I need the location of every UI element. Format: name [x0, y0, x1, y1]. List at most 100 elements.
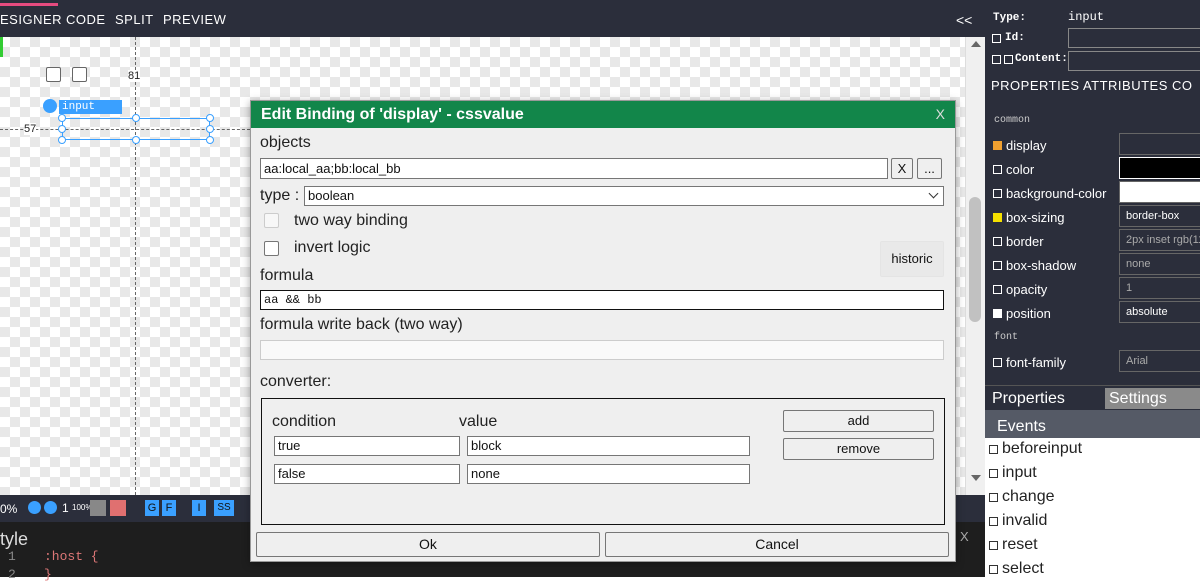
box-shadow-value[interactable]: none [1119, 253, 1200, 275]
resize-handle[interactable] [132, 136, 140, 144]
objects-browse-button[interactable]: ... [917, 158, 942, 179]
resize-handle[interactable] [58, 136, 66, 144]
property-checkbox[interactable] [993, 285, 1002, 294]
two-way-checkbox[interactable] [264, 213, 279, 228]
objects-clear-button[interactable]: X [891, 158, 913, 179]
set-marker-icon[interactable] [993, 213, 1002, 222]
two-way-label: two way binding [294, 212, 408, 229]
zoom-in-icon[interactable] [28, 501, 41, 514]
formula-textarea[interactable]: aa && bb [260, 290, 944, 310]
toggle-ss-button[interactable]: SS [214, 500, 234, 516]
property-checkbox[interactable] [993, 358, 1002, 367]
font-family-value[interactable]: Arial [1119, 350, 1200, 372]
position-value[interactable]: absolute [1119, 301, 1200, 323]
property-display[interactable]: display [993, 138, 1046, 153]
canvas-checkbox-2[interactable] [72, 67, 87, 82]
type-select[interactable]: boolean [304, 186, 944, 206]
canvas-scrollbar[interactable] [965, 37, 985, 495]
toggle-f-button[interactable]: F [162, 500, 176, 516]
tab-code[interactable]: CODE [66, 12, 106, 27]
invert-logic-checkbox[interactable] [264, 241, 279, 256]
background-color-value[interactable] [1119, 181, 1200, 203]
condition-input[interactable]: true [274, 436, 460, 456]
property-opacity[interactable]: opacity [993, 282, 1047, 297]
event-select[interactable]: select [989, 560, 1044, 577]
resize-handle[interactable] [206, 136, 214, 144]
resize-handle[interactable] [58, 125, 66, 133]
scroll-up-icon[interactable] [971, 41, 981, 47]
scroll-down-icon[interactable] [971, 475, 981, 481]
property-box-sizing[interactable]: box-sizing [993, 210, 1065, 225]
content-checkbox-1[interactable] [992, 55, 1001, 64]
zoom-out-icon[interactable] [44, 501, 57, 514]
properties-tabs[interactable]: PROPERTIES ATTRIBUTES CO [991, 78, 1193, 93]
tab-designer[interactable]: ESIGNER [0, 12, 62, 27]
display-value[interactable] [1119, 133, 1200, 155]
code-line[interactable]: :host { [44, 549, 99, 564]
set-marker-icon[interactable] [993, 309, 1002, 318]
opacity-value[interactable]: 1 [1119, 277, 1200, 299]
tab-preview[interactable]: PREVIEW [163, 12, 226, 27]
resize-handle[interactable] [58, 114, 66, 122]
toggle-g-button[interactable]: G [145, 500, 159, 516]
event-change[interactable]: change [989, 488, 1055, 506]
event-checkbox[interactable] [989, 540, 998, 550]
property-checkbox[interactable] [993, 237, 1002, 246]
property-background-color[interactable]: background-color [993, 186, 1106, 201]
canvas-checkbox-1[interactable] [46, 67, 61, 82]
style-panel-title: tyle [0, 529, 29, 549]
event-input[interactable]: input [989, 464, 1037, 482]
id-checkbox[interactable] [992, 34, 1001, 43]
event-beforeinput[interactable]: beforeinput [989, 440, 1082, 458]
tab-split[interactable]: SPLIT [115, 12, 154, 27]
event-checkbox[interactable] [989, 444, 998, 454]
tab-settings[interactable]: Settings [1105, 388, 1200, 409]
color-value[interactable] [1119, 157, 1200, 179]
id-input[interactable] [1068, 28, 1200, 48]
snap-icon[interactable] [110, 500, 126, 516]
historic-button[interactable]: historic [880, 241, 944, 277]
property-checkbox[interactable] [993, 261, 1002, 270]
add-button[interactable]: add [783, 410, 934, 432]
tab-properties[interactable]: Properties [992, 390, 1065, 408]
ok-button[interactable]: Ok [256, 532, 600, 557]
resize-handle[interactable] [206, 125, 214, 133]
toggle-i-button[interactable]: I [192, 500, 206, 516]
resize-handle[interactable] [132, 114, 140, 122]
resize-handle[interactable] [206, 114, 214, 122]
dialog-title-bar[interactable]: Edit Binding of 'display' - cssvalue X [251, 101, 955, 128]
event-checkbox[interactable] [989, 468, 998, 478]
event-checkbox[interactable] [989, 492, 998, 502]
cancel-button[interactable]: Cancel [605, 532, 949, 557]
value-input[interactable]: none [467, 464, 750, 484]
property-border[interactable]: border [993, 234, 1044, 249]
grid-icon[interactable] [90, 500, 106, 516]
dialog-close-button[interactable]: X [936, 106, 945, 122]
binding-marker-icon[interactable] [993, 141, 1002, 150]
edit-binding-dialog: Edit Binding of 'display' - cssvalue X o… [250, 100, 956, 562]
objects-input[interactable]: aa:local_aa;bb:local_bb [260, 158, 888, 179]
refresh-icon[interactable] [43, 99, 57, 113]
code-line[interactable]: } [44, 567, 52, 582]
event-checkbox[interactable] [989, 516, 998, 526]
property-box-shadow[interactable]: box-shadow [993, 258, 1076, 273]
event-checkbox[interactable] [989, 564, 998, 574]
content-input[interactable] [1068, 51, 1200, 71]
property-position[interactable]: position [993, 306, 1051, 321]
event-invalid[interactable]: invalid [989, 512, 1047, 530]
remove-button[interactable]: remove [783, 438, 934, 460]
close-icon[interactable]: X [960, 529, 969, 544]
property-color[interactable]: color [993, 162, 1034, 177]
content-checkbox-2[interactable] [1004, 55, 1013, 64]
border-value[interactable]: 2px inset rgb(118 [1119, 229, 1200, 251]
condition-input[interactable]: false [274, 464, 460, 484]
event-reset[interactable]: reset [989, 536, 1038, 554]
collapse-panel-button[interactable]: << [956, 12, 972, 28]
property-font-family[interactable]: font-family [993, 355, 1066, 370]
scrollbar-thumb[interactable] [969, 197, 981, 322]
value-input[interactable]: block [467, 436, 750, 456]
box-sizing-value[interactable]: border-box [1119, 205, 1200, 227]
property-checkbox[interactable] [993, 189, 1002, 198]
writeback-textarea[interactable] [260, 340, 944, 360]
property-checkbox[interactable] [993, 165, 1002, 174]
